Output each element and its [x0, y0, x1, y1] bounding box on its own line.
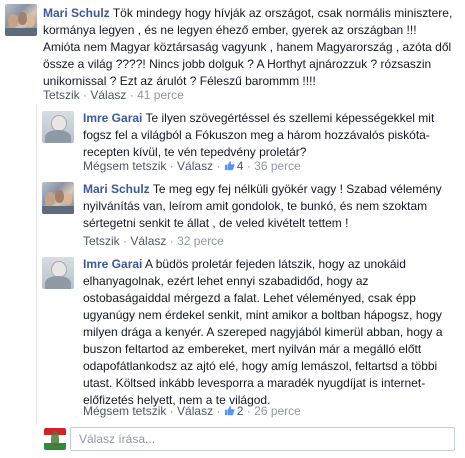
like-button[interactable]: Tetszik: [43, 88, 80, 102]
comment-actions: Mégsem tetszik · Válasz · 4 · 36 perce: [83, 158, 301, 174]
comment-text-line: kormánya legyen , és ne legyen éhező emb…: [43, 23, 417, 37]
thumbs-up-icon: [224, 161, 235, 171]
comment-author[interactable]: Mari Schulz: [43, 6, 110, 20]
comment-text-line: ugyanúgy nem érdekel senkit, mint amikor…: [83, 308, 442, 322]
like-button[interactable]: Tetszik: [83, 234, 120, 248]
comment-actions: Tetszik · Válasz · 41 perce: [43, 87, 184, 103]
comment-text-line: ostobaságaiddal mérgezd a falat. Lehet v…: [83, 291, 416, 305]
comment-body: Mari Schulz Tök mindegy hogy hívják az o…: [43, 5, 461, 90]
comment-text-line: elhanyagolnak, ezért lehet ennyi szabadi…: [83, 274, 369, 288]
comment-actions: Mégsem tetszik · Válasz · 2 · 26 perce: [83, 403, 301, 419]
avatar[interactable]: [42, 111, 74, 143]
comment-text-line: fogsz fel a világból a Fókuszon meg a há…: [83, 128, 430, 142]
reply-placeholder: Válasz írása...: [79, 432, 156, 446]
reply-button[interactable]: Válasz: [177, 159, 213, 173]
separator: ·: [246, 159, 251, 173]
comment-thread: Mari Schulz Tök mindegy hogy hívják az o…: [0, 0, 465, 458]
separator: ·: [83, 88, 88, 102]
separator: ·: [216, 159, 221, 173]
current-user-avatar: [44, 428, 66, 450]
comment-text-line: Te ilyen szövegértéssel és szellemi képe…: [145, 111, 435, 125]
avatar[interactable]: [42, 257, 74, 289]
comment-author[interactable]: Imre Garai: [83, 257, 142, 271]
comment-text-line: milyen drága a kenyér. A szereped nagyjá…: [83, 325, 443, 339]
thumbs-up-icon: [224, 406, 235, 416]
comment-text-line: sértegetni senkit te állat , de veled ki…: [83, 216, 349, 230]
comment-text-line: utast. Költsed inkább levesporra a marad…: [83, 376, 426, 390]
comment-text-line: össze a világ ????! Nincs jobb dolguk ? …: [43, 57, 432, 71]
timestamp[interactable]: 26 perce: [254, 404, 301, 418]
comment-body: Imre Garai Te ilyen szövegértéssel és sz…: [83, 110, 461, 161]
like-count[interactable]: 4: [237, 159, 244, 173]
reply-button[interactable]: Válasz: [177, 404, 213, 418]
reply-button[interactable]: Válasz: [90, 88, 126, 102]
separator: ·: [129, 88, 134, 102]
separator: ·: [123, 234, 128, 248]
comment-actions: Tetszik · Válasz · 32 perce: [83, 233, 224, 249]
like-count[interactable]: 2: [237, 404, 244, 418]
separator: ·: [169, 159, 174, 173]
separator: ·: [216, 404, 221, 418]
reply-input[interactable]: Válasz írása...: [70, 427, 455, 451]
comment-body: Imre Garai A büdös proletár fejeden láts…: [83, 256, 461, 409]
comment-text-line: Amióta nem Magyar köztársaság vagyunk , …: [43, 40, 452, 54]
comment-author[interactable]: Imre Garai: [83, 111, 142, 125]
unlike-button[interactable]: Mégsem tetszik: [83, 159, 166, 173]
comment-body: Mari Schulz Te meg egy fej nélküli gyöké…: [83, 181, 461, 232]
avatar[interactable]: [42, 182, 74, 214]
comment-text-line: odapofátlankodsz az ajtó elé, hogy amíg …: [83, 359, 438, 373]
timestamp[interactable]: 32 perce: [177, 234, 224, 248]
avatar[interactable]: [5, 4, 37, 36]
comment-text-line: Te meg egy fej nélküli gyökér vagy ! Sza…: [152, 182, 442, 196]
timestamp[interactable]: 41 perce: [137, 88, 184, 102]
thread-line: [36, 104, 37, 425]
comment-author[interactable]: Mari Schulz: [83, 182, 150, 196]
comment-text-line: buszon feltartod az embereket, mert nyil…: [83, 342, 422, 356]
reply-button[interactable]: Válasz: [130, 234, 166, 248]
separator: ·: [246, 404, 251, 418]
separator: ·: [169, 234, 174, 248]
timestamp[interactable]: 36 perce: [254, 159, 301, 173]
comment-text-line: nyilvánítás van, leírom amit gondolok, t…: [83, 199, 428, 213]
unlike-button[interactable]: Mégsem tetszik: [83, 404, 166, 418]
comment-text-line: Tök mindegy hogy hívják az országot, csa…: [112, 6, 453, 20]
comment-text-line: A büdös proletár fejeden látszik, hogy a…: [145, 257, 406, 271]
separator: ·: [169, 404, 174, 418]
